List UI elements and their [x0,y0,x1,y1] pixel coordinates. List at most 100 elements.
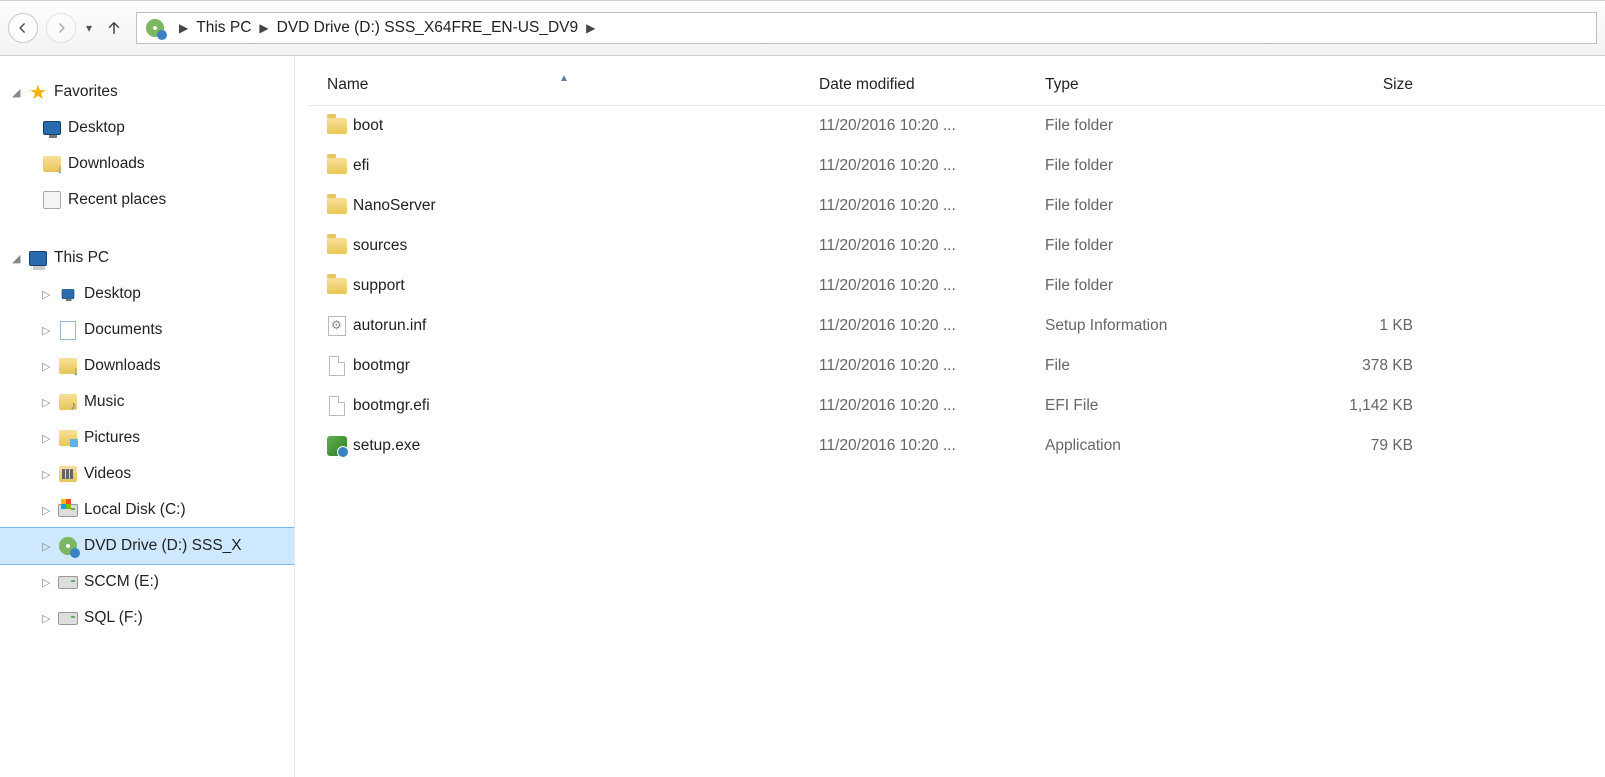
file-row[interactable]: setup.exe11/20/2016 10:20 ...Application… [309,426,1605,466]
folder-icon [327,116,347,136]
file-size: 79 KB [1275,437,1435,455]
column-headers: Name ▲ Date modified Type Size [309,64,1605,106]
local-disk-icon [58,500,78,520]
file-date: 11/20/2016 10:20 ... [819,237,1045,255]
folder-icon [327,196,347,216]
file-rows-container: boot11/20/2016 10:20 ...File folderefi11… [309,106,1605,466]
tree-label: DVD Drive (D:) SSS_X [84,537,242,555]
expand-triangle-icon[interactable]: ▷ [42,576,56,589]
expand-triangle-icon[interactable]: ▷ [42,360,56,373]
sort-ascending-icon: ▲ [559,73,569,84]
file-date: 11/20/2016 10:20 ... [819,157,1045,175]
file-date: 11/20/2016 10:20 ... [819,357,1045,375]
arrow-up-icon [105,19,123,37]
file-date: 11/20/2016 10:20 ... [819,437,1045,455]
tree-pc-documents[interactable]: ▷ Documents [0,312,294,348]
collapse-triangle-icon[interactable]: ◢ [12,86,26,99]
file-date: 11/20/2016 10:20 ... [819,117,1045,135]
tree-label: Recent places [68,191,166,209]
expand-triangle-icon[interactable]: ▷ [42,504,56,517]
tree-pc-sccm-e[interactable]: ▷ SCCM (E:) [0,564,294,600]
expand-triangle-icon[interactable]: ▷ [42,540,56,553]
file-icon [327,356,347,376]
file-name: bootmgr.efi [353,397,430,415]
navigation-toolbar: ▾ ▶ This PC ▶ DVD Drive (D:) SSS_X64FRE_… [0,0,1605,56]
expand-triangle-icon[interactable]: ▷ [42,612,56,625]
tree-label: Documents [84,321,162,339]
tree-pc-dvd-drive-d[interactable]: ▷ DVD Drive (D:) SSS_X [0,528,294,564]
file-row[interactable]: autorun.inf11/20/2016 10:20 ...Setup Inf… [309,306,1605,346]
collapse-triangle-icon[interactable]: ◢ [12,252,26,265]
tree-pc-videos[interactable]: ▷ Videos [0,456,294,492]
pictures-folder-icon [58,428,78,448]
tree-pc-desktop[interactable]: ▷ Desktop [0,276,294,312]
tree-label: Desktop [84,285,141,303]
tree-label: Downloads [68,155,145,173]
file-list-pane: Name ▲ Date modified Type Size boot 11/20… [295,56,1605,777]
tree-pc-sql-f[interactable]: ▷ SQL (F:) [0,600,294,636]
expand-triangle-icon[interactable]: ▷ [42,432,56,445]
expand-triangle-icon[interactable]: ▷ [42,324,56,337]
videos-folder-icon [58,464,78,484]
file-row[interactable]: boot11/20/2016 10:20 ...File folder [309,106,1605,146]
tree-downloads[interactable]: Downloads [0,146,294,182]
column-header-date[interactable]: Date modified [819,76,1045,94]
file-size: 1 KB [1275,317,1435,335]
file-size: 1,142 KB [1275,397,1435,415]
file-name: bootmgr [353,357,410,375]
chevron-right-icon: ▶ [586,21,595,35]
forward-button[interactable] [46,13,76,43]
file-row[interactable]: sources 11/20/2016 10:20 ...File folder [309,226,1605,266]
tree-desktop[interactable]: Desktop [0,110,294,146]
breadcrumb-segment[interactable]: DVD Drive (D:) SSS_X64FRE_EN-US_DV9 [277,19,578,37]
downloads-folder-icon [42,154,62,174]
file-row[interactable]: support11/20/2016 10:20 ...File folder [309,266,1605,306]
tree-label: This PC [54,249,109,267]
column-header-size[interactable]: Size [1275,76,1435,94]
tree-recent-places[interactable]: Recent places [0,182,294,218]
tree-label: Downloads [84,357,161,375]
tree-pc-local-disk-c[interactable]: ▷ Local Disk (C:) [0,492,294,528]
expand-triangle-icon[interactable]: ▷ [42,288,56,301]
setup-inf-icon [327,316,347,336]
column-header-name[interactable]: Name ▲ [309,76,819,94]
tree-pc-music[interactable]: ▷ Music [0,384,294,420]
file-row[interactable]: bootmgr 11/20/2016 10:20 ...File378 KB [309,346,1605,386]
file-name: boot [353,117,383,135]
drive-icon [58,572,78,592]
column-label: Date modified [819,76,915,93]
file-name: setup.exe [353,437,420,455]
file-type: File [1045,357,1275,375]
tree-this-pc[interactable]: ◢ This PC [0,240,294,276]
up-button[interactable] [102,16,126,40]
tree-label: Favorites [54,83,118,101]
tree-pc-downloads[interactable]: ▷ Downloads [0,348,294,384]
tree-favorites[interactable]: ◢ ★ Favorites [0,74,294,110]
breadcrumb-segment[interactable]: This PC [196,19,251,37]
downloads-folder-icon [58,356,78,376]
expand-triangle-icon[interactable]: ▷ [42,468,56,481]
file-type: File folder [1045,197,1275,215]
tree-label: SQL (F:) [84,609,143,627]
file-date: 11/20/2016 10:20 ... [819,197,1045,215]
arrow-right-icon [54,21,68,35]
back-button[interactable] [8,13,38,43]
file-row[interactable]: NanoServer11/20/2016 10:20 ...File folde… [309,186,1605,226]
navigation-tree: ◢ ★ Favorites Desktop Downloads Recent p… [0,56,295,777]
file-name: autorun.inf [353,317,426,335]
column-header-type[interactable]: Type [1045,76,1275,94]
file-row[interactable]: bootmgr.efi11/20/2016 10:20 ...EFI File1… [309,386,1605,426]
tree-label: Desktop [68,119,125,137]
tree-pc-pictures[interactable]: ▷ Pictures [0,420,294,456]
column-label: Type [1045,76,1079,93]
file-name: support [353,277,405,295]
desktop-folder-icon [58,284,78,304]
history-dropdown[interactable]: ▾ [86,21,92,35]
expand-triangle-icon[interactable]: ▷ [42,396,56,409]
file-name: sources [353,237,407,255]
file-size: 378 KB [1275,357,1435,375]
file-type: File folder [1045,237,1275,255]
file-row[interactable]: efi11/20/2016 10:20 ...File folder [309,146,1605,186]
address-bar[interactable]: ▶ This PC ▶ DVD Drive (D:) SSS_X64FRE_EN… [136,12,1597,44]
application-icon [327,436,347,456]
